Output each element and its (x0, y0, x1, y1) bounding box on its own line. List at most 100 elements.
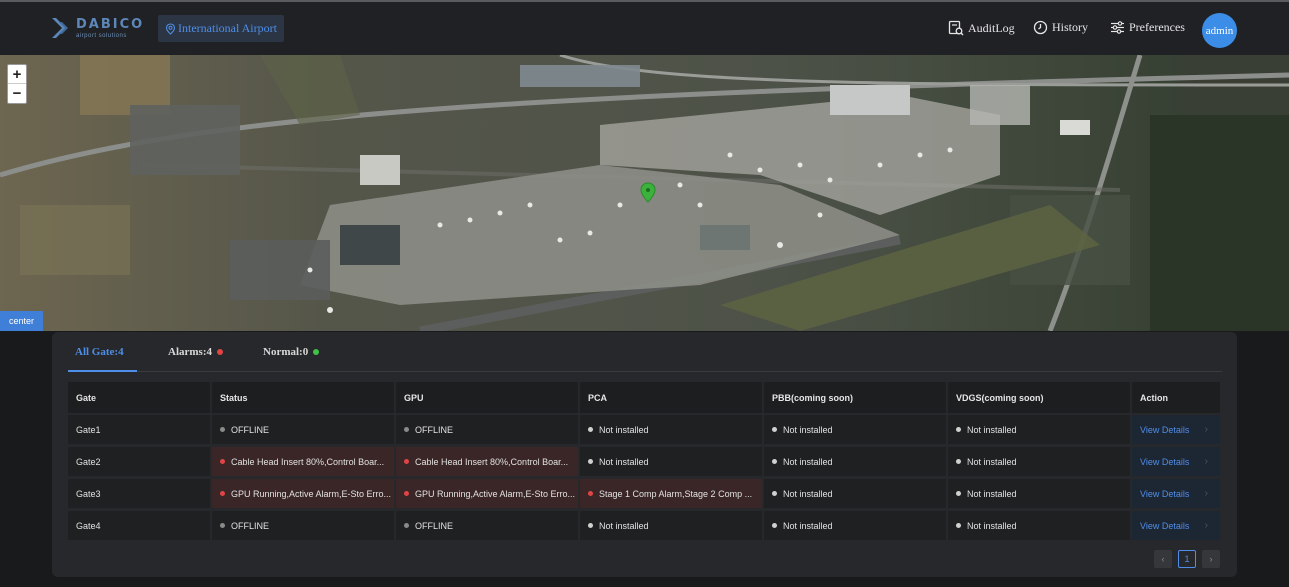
gpu-text: Cable Head Insert 80%,Control Boar... (415, 456, 569, 467)
status-dot-icon (956, 427, 961, 432)
vdgs-cell: Not installed (948, 479, 1130, 508)
zoom-out-button[interactable]: − (8, 84, 26, 103)
preferences-link[interactable]: Preferences (1110, 20, 1185, 35)
view-details-button[interactable]: View Details › (1132, 415, 1220, 444)
aerial-map-image (0, 55, 1289, 331)
status-dot-icon (588, 427, 593, 432)
column-header-vdgs: VDGS(coming soon) (948, 382, 1130, 413)
vdgs-cell: Not installed (948, 447, 1130, 476)
pca-text: Stage 1 Comp Alarm,Stage 2 Comp ... (599, 488, 753, 499)
location-pin-icon (165, 22, 176, 35)
clock-icon (1033, 20, 1048, 35)
map-center-button[interactable]: center (0, 311, 43, 331)
status-text: OFFLINE (231, 520, 270, 531)
column-header-status: Status (212, 382, 394, 413)
history-link[interactable]: History (1033, 20, 1088, 35)
gate-filter-tabs: All Gate:4 Alarms:4 Normal:0 (68, 332, 1222, 372)
view-details-button[interactable]: View Details › (1132, 479, 1220, 508)
status-dot-icon (772, 491, 777, 496)
status-dot-icon (220, 427, 225, 432)
column-header-gpu: GPU (396, 382, 578, 413)
column-header-action: Action (1132, 382, 1220, 413)
status-dot-icon (772, 459, 777, 464)
pca-text: Not installed (599, 424, 649, 435)
status-cell: Cable Head Insert 80%,Control Boar... (212, 447, 394, 476)
vdgs-text: Not installed (967, 424, 1017, 435)
airport-selector[interactable]: International Airport (158, 15, 284, 42)
chevron-right-icon: › (1204, 456, 1208, 467)
zoom-in-button[interactable]: + (8, 65, 26, 84)
airport-map[interactable]: + − (0, 55, 1289, 331)
chevron-right-icon: › (1204, 424, 1208, 435)
status-dot-icon (588, 523, 593, 528)
dabico-logo[interactable]: DABICO airport solutions (50, 16, 144, 40)
tab-alarms-label: Alarms:4 (168, 346, 212, 358)
app-header: DABICO airport solutions International A… (0, 0, 1289, 55)
tab-alarms[interactable]: Alarms:4 (168, 346, 223, 358)
gpu-cell: OFFLINE (396, 415, 578, 444)
column-header-pca: PCA (580, 382, 762, 413)
auditlog-link[interactable]: AuditLog (948, 20, 1015, 36)
pbb-text: Not installed (783, 520, 833, 531)
tab-all-gates-label: All Gate:4 (75, 346, 124, 358)
view-details-label: View Details (1140, 520, 1190, 531)
vdgs-text: Not installed (967, 488, 1017, 499)
tab-normal-label: Normal:0 (263, 346, 309, 358)
vdgs-cell: Not installed (948, 415, 1130, 444)
status-dot-icon (220, 523, 225, 528)
status-cell: OFFLINE (212, 511, 394, 540)
gpu-cell: Cable Head Insert 80%,Control Boar... (396, 447, 578, 476)
pbb-cell: Not installed (764, 447, 946, 476)
tab-all-gates[interactable]: All Gate:4 (75, 346, 124, 358)
column-header-pbb: PBB(coming soon) (764, 382, 946, 413)
status-dot-icon (220, 459, 225, 464)
sliders-icon (1111, 21, 1124, 34)
alarm-dot-icon (217, 349, 223, 355)
user-avatar[interactable]: admin (1202, 13, 1237, 48)
status-text: OFFLINE (231, 424, 270, 435)
view-details-label: View Details (1140, 488, 1190, 499)
view-details-label: View Details (1140, 424, 1190, 435)
status-dot-icon (956, 523, 961, 528)
pca-cell: Not installed (580, 447, 762, 476)
view-details-label: View Details (1140, 456, 1190, 467)
gpu-text: OFFLINE (415, 424, 454, 435)
vdgs-text: Not installed (967, 520, 1017, 531)
pagination-page-1[interactable]: 1 (1178, 550, 1196, 568)
gpu-cell: OFFLINE (396, 511, 578, 540)
gate-cell: Gate2 (68, 447, 210, 476)
view-details-button[interactable]: View Details › (1132, 447, 1220, 476)
pbb-cell: Not installed (764, 511, 946, 540)
pca-text: Not installed (599, 520, 649, 531)
vdgs-text: Not installed (967, 456, 1017, 467)
pca-cell: Not installed (580, 415, 762, 444)
pca-cell: Not installed (580, 511, 762, 540)
status-cell: OFFLINE (212, 415, 394, 444)
status-dot-icon (588, 459, 593, 464)
pagination-prev-button[interactable]: ‹ (1154, 550, 1172, 568)
pbb-cell: Not installed (764, 479, 946, 508)
status-dot-icon (404, 523, 409, 528)
audit-log-icon (948, 20, 964, 36)
gate-cell: Gate1 (68, 415, 210, 444)
gate-cell: Gate3 (68, 479, 210, 508)
airport-name: International Airport (178, 21, 277, 35)
preferences-label: Preferences (1129, 20, 1185, 34)
status-dot-icon (588, 491, 593, 496)
pagination-next-button[interactable]: › (1202, 550, 1220, 568)
status-dot-icon (404, 491, 409, 496)
column-header-gate: Gate (68, 382, 210, 413)
chevron-right-icon: › (1204, 520, 1208, 531)
status-dot-icon (404, 427, 409, 432)
logo-chevron-icon (52, 18, 68, 38)
gpu-cell: GPU Running,Active Alarm,E-Sto Erro... (396, 479, 578, 508)
chevron-right-icon: › (1204, 488, 1208, 499)
normal-dot-icon (313, 349, 320, 355)
gate-cell: Gate4 (68, 511, 210, 540)
tab-normal[interactable]: Normal:0 (263, 346, 320, 358)
view-details-button[interactable]: View Details › (1132, 511, 1220, 540)
pca-cell: Stage 1 Comp Alarm,Stage 2 Comp ... (580, 479, 762, 508)
status-dot-icon (404, 459, 409, 464)
vdgs-cell: Not installed (948, 511, 1130, 540)
status-text: Cable Head Insert 80%,Control Boar... (231, 456, 385, 467)
